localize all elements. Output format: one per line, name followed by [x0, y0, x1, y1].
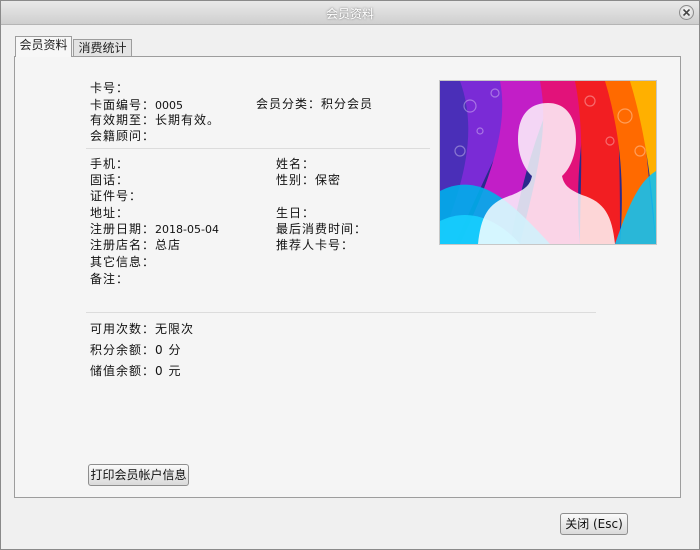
phone-label: 固话：: [90, 173, 130, 187]
name-row: 姓名：: [276, 155, 315, 172]
name-label: 姓名：: [276, 157, 316, 171]
valid-until-label: 有效期至：: [90, 113, 156, 127]
consultant-label: 会籍顾问：: [90, 129, 156, 143]
referrer-label: 推荐人卡号：: [276, 238, 355, 252]
card-no-row: 卡号：: [90, 79, 129, 96]
birthday-row: 生日：: [276, 204, 315, 221]
window-title: 会员资料: [325, 7, 374, 21]
other-label: 其它信息：: [90, 255, 156, 269]
address-label: 地址：: [90, 206, 130, 220]
print-account-button[interactable]: 打印会员帐户信息: [88, 464, 189, 486]
gender-value: 保密: [315, 173, 342, 187]
title-bar: 会员资料: [1, 1, 699, 25]
reg-date-label: 注册日期：: [90, 222, 156, 236]
mobile-label: 手机：: [90, 157, 130, 171]
last-consume-row: 最后消费时间：: [276, 220, 367, 237]
reg-date-value: 2018-05-04: [155, 223, 219, 236]
mobile-row: 手机：: [90, 155, 129, 172]
phone-row: 固话：: [90, 171, 129, 188]
tab-member-info[interactable]: 会员资料: [15, 36, 72, 57]
reg-store-value: 总店: [155, 238, 182, 252]
member-photo[interactable]: [439, 80, 657, 245]
address-row: 地址：: [90, 204, 129, 221]
divider-balance: [86, 312, 596, 313]
divider-card: [86, 148, 430, 149]
uses-label: 可用次数：: [90, 322, 156, 336]
remark-label: 备注：: [90, 272, 130, 286]
tab-consume-stats[interactable]: 消费统计: [73, 39, 132, 56]
reg-store-label: 注册店名：: [90, 238, 156, 252]
referrer-row: 推荐人卡号：: [276, 236, 354, 253]
id-no-row: 证件号：: [90, 187, 142, 204]
birthday-label: 生日：: [276, 206, 316, 220]
stored-row: 储值余额：0 元: [90, 362, 181, 379]
reg-store-row: 注册店名：总店: [90, 236, 181, 253]
id-no-label: 证件号：: [90, 189, 143, 203]
category-row: 会员分类：积分会员: [256, 95, 373, 112]
valid-until-row: 有效期至：长期有效。: [90, 111, 220, 128]
stored-value: 0 元: [155, 364, 182, 378]
points-label: 积分余额：: [90, 343, 156, 357]
card-no-label: 卡号：: [90, 81, 130, 95]
points-value: 0 分: [155, 343, 182, 357]
points-row: 积分余额：0 分: [90, 341, 181, 358]
close-icon: [683, 9, 690, 16]
face-no-label: 卡面编号：: [90, 98, 156, 112]
uses-row: 可用次数：无限次: [90, 320, 194, 337]
gender-row: 性别：保密: [276, 171, 341, 188]
remark-row: 备注：: [90, 270, 129, 287]
member-photo-placeholder: [440, 81, 656, 244]
reg-date-row: 注册日期：2018-05-04: [90, 220, 219, 237]
last-consume-label: 最后消费时间：: [276, 222, 368, 236]
category-value: 积分会员: [321, 97, 374, 111]
gender-label: 性别：: [276, 173, 316, 187]
stored-label: 储值余额：: [90, 364, 156, 378]
category-label: 会员分类：: [256, 97, 322, 111]
other-row: 其它信息：: [90, 253, 155, 270]
uses-value: 无限次: [155, 322, 195, 336]
close-button[interactable]: 关闭 (Esc): [560, 513, 628, 535]
valid-until-value: 长期有效。: [155, 113, 221, 127]
window-close-button[interactable]: [679, 5, 694, 20]
consultant-row: 会籍顾问：: [90, 127, 155, 144]
